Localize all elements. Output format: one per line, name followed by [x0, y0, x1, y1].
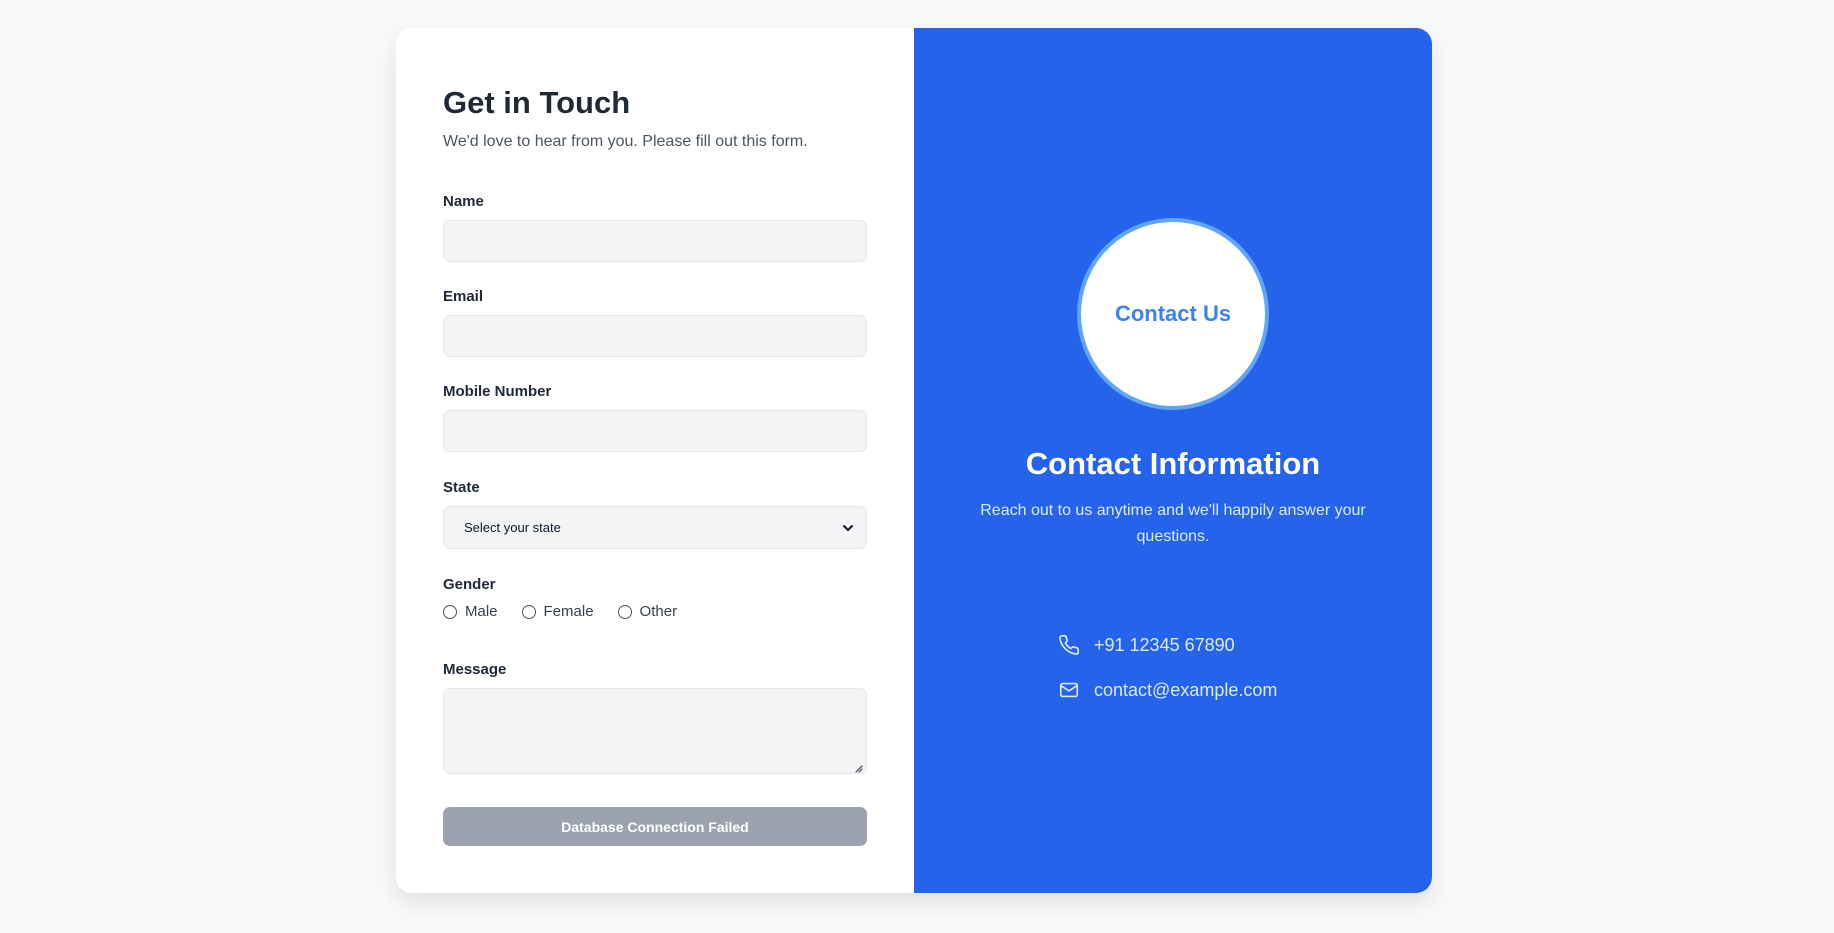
email-input[interactable] [443, 315, 867, 357]
state-field-group: State Select your state [443, 479, 867, 549]
phone-icon [1058, 634, 1080, 656]
phone-row: +91 12345 67890 [1058, 634, 1235, 656]
email-field-group: Email [443, 288, 867, 357]
gender-label: Gender [443, 576, 496, 593]
name-field-group: Name [443, 193, 867, 262]
contact-card: Get in Touch We'd love to hear from you.… [396, 28, 1432, 893]
resize-grip-icon[interactable] [853, 760, 863, 773]
gender-option-label: Other [639, 603, 678, 620]
gender-radio-group: Male Female Other [443, 603, 701, 620]
form-subtitle: We'd love to hear from you. Please fill … [443, 133, 808, 151]
submit-button[interactable]: Database Connection Failed [443, 807, 867, 846]
radio-female[interactable] [521, 604, 536, 619]
radio-other[interactable] [617, 604, 632, 619]
gender-option-female[interactable]: Female [521, 603, 594, 620]
state-select-value: Select your state [464, 520, 561, 535]
name-label: Name [443, 193, 484, 210]
gender-option-male[interactable]: Male [443, 603, 498, 620]
contact-info-panel: Contact Us Contact Information Reach out… [914, 28, 1432, 893]
mobile-input[interactable] [443, 410, 867, 452]
state-select[interactable]: Select your state [443, 506, 867, 549]
email-label: Email [443, 288, 484, 305]
message-label: Message [443, 661, 507, 678]
gender-option-label: Female [543, 603, 594, 620]
radio-male[interactable] [443, 604, 457, 619]
mobile-field-group: Mobile Number [443, 383, 867, 452]
phone-number: +91 12345 67890 [1094, 634, 1235, 655]
message-field-group: Message [443, 661, 867, 774]
contact-form-panel: Get in Touch We'd love to hear from you.… [396, 28, 914, 893]
mail-icon [1058, 679, 1080, 701]
mobile-label: Mobile Number [443, 383, 552, 400]
state-label: State [443, 479, 480, 496]
chevron-down-icon [842, 522, 854, 534]
submit-group: Database Connection Failed [443, 807, 867, 846]
gender-option-other[interactable]: Other [617, 603, 678, 620]
name-input[interactable] [443, 220, 867, 262]
gender-option-label: Male [465, 603, 498, 620]
email-address: contact@example.com [1094, 679, 1278, 700]
info-subtitle: Reach out to us anytime and we'll happil… [980, 502, 1366, 545]
form-title: Get in Touch [443, 85, 631, 120]
info-title: Contact Information [1025, 446, 1321, 481]
contact-us-badge: Contact Us [1077, 218, 1269, 410]
contact-us-badge-text: Contact Us [1114, 301, 1232, 326]
gender-field-group: Gender Male Female Other [443, 576, 701, 620]
message-textarea[interactable] [443, 688, 867, 774]
email-row: contact@example.com [1058, 679, 1277, 701]
